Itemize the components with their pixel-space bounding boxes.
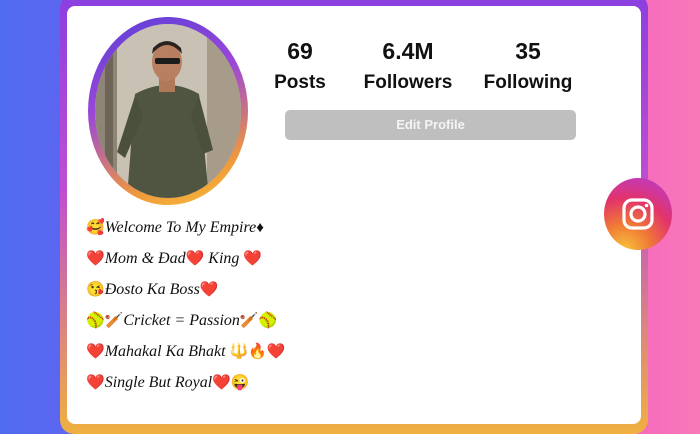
- following-stat[interactable]: 35 Following: [478, 36, 578, 98]
- following-label: Following: [483, 72, 573, 93]
- heart-emoji: ❤️: [185, 251, 205, 267]
- bio-line: 🥰Welcome To My Empire♦: [86, 212, 406, 243]
- heart-emoji: ❤️: [199, 282, 219, 298]
- bio-text: Mahakal Ka Bhakt: [104, 343, 230, 360]
- bio-line: ❤️Single But Royal❤️😜: [86, 367, 406, 398]
- heart-emoji: ❤️: [86, 344, 105, 360]
- posts-count: 69: [287, 38, 313, 64]
- bio-text: Cricket = Passion: [123, 312, 240, 329]
- bio-text: Welcome To My Empire: [104, 219, 257, 236]
- instagram-glyph: [622, 198, 654, 230]
- bio-line: 😘Ɖosto Ka Boss❤️: [86, 274, 406, 305]
- bio-text: Mom & Ɖad: [104, 250, 186, 267]
- smiling-hearts-emoji: 🥰: [86, 220, 105, 236]
- instagram-icon[interactable]: [604, 178, 672, 250]
- followers-stat[interactable]: 6.4M Followers: [360, 36, 456, 98]
- bio-text: Ɖosto Ka Boss: [104, 281, 200, 298]
- heart-wink-emoji: ❤️😜: [212, 375, 250, 391]
- bio: 🥰Welcome To My Empire♦ ❤️Mom & Ɖad❤️ Kin…: [86, 212, 406, 398]
- bio-line: ❤️Mom & Ɖad❤️ King ❤️: [86, 243, 406, 274]
- edit-profile-button[interactable]: Edit Profile: [285, 110, 576, 140]
- heart-emoji: ❤️: [86, 251, 105, 267]
- posts-stat[interactable]: 69 Posts: [270, 36, 330, 98]
- bio-text: Single But Royal: [104, 374, 213, 391]
- diamond-icon: ♦: [256, 220, 264, 236]
- profile-stats: 69 Posts 6.4M Followers 35 Following: [270, 36, 590, 98]
- trident-fire-heart-emoji: 🔱🔥❤️: [229, 344, 286, 360]
- followers-count: 6.4M: [382, 38, 434, 64]
- posts-label: Posts: [274, 72, 326, 93]
- cricket-emoji: 🥎🏏: [86, 313, 124, 329]
- heart-emoji: ❤️: [243, 251, 263, 267]
- following-count: 35: [515, 38, 541, 64]
- kiss-emoji: 😘: [86, 282, 105, 298]
- bio-line: ❤️Mahakal Ka Bhakt 🔱🔥❤️: [86, 336, 406, 367]
- bio-line: 🥎🏏Cricket = Passion🏏🥎: [86, 305, 406, 336]
- bio-text-2: King: [204, 250, 244, 267]
- followers-label: Followers: [363, 72, 453, 93]
- cricket-emoji: 🏏🥎: [239, 313, 278, 329]
- profile-photo: [95, 24, 241, 198]
- heart-emoji: ❤️: [86, 375, 105, 391]
- avatar[interactable]: [95, 24, 241, 198]
